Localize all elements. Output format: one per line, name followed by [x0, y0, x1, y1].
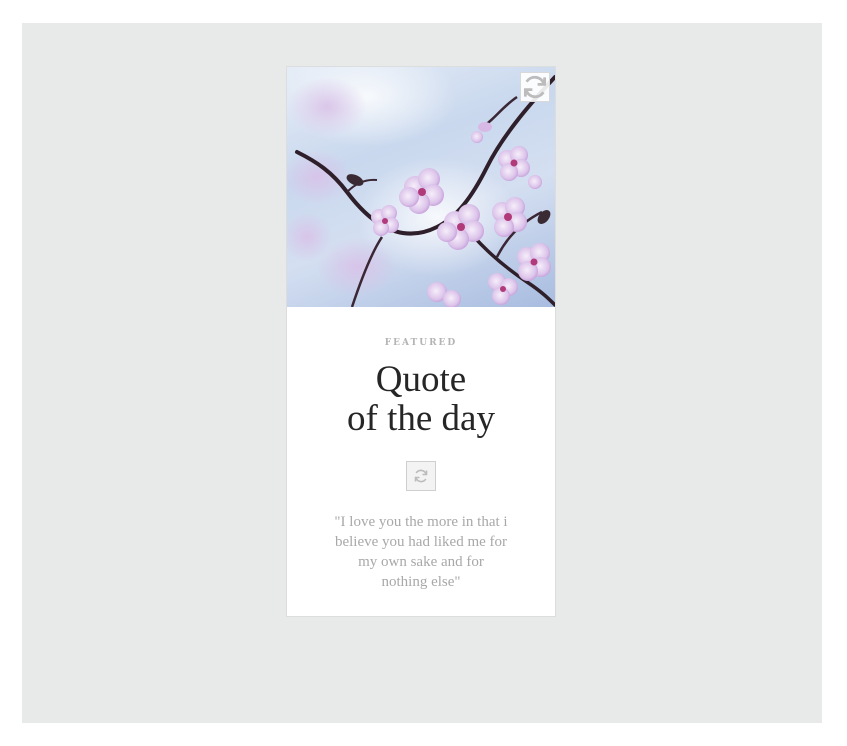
- featured-label: FEATURED: [384, 338, 458, 348]
- image-refresh-button[interactable]: [520, 72, 550, 102]
- card-content: FEATURED Quote of the day "I love you th…: [287, 307, 555, 592]
- quote-refresh-button[interactable]: [406, 461, 436, 491]
- page-background: FEATURED Quote of the day "I love you th…: [22, 23, 822, 723]
- cherry-blossom-image: [287, 67, 555, 307]
- cherry-blossom-illustration: [287, 67, 555, 307]
- refresh-icon: [523, 75, 547, 99]
- refresh-button-wrapper: [287, 461, 555, 491]
- refresh-icon: [414, 469, 428, 483]
- card-title-line-2: of the day: [347, 398, 495, 439]
- quote-card: FEATURED Quote of the day "I love you th…: [286, 66, 556, 617]
- quote-text: "I love you the more in that i believe y…: [334, 514, 508, 590]
- card-title-line-1: Quote: [375, 359, 467, 400]
- card-title: Quote of the day: [287, 360, 555, 438]
